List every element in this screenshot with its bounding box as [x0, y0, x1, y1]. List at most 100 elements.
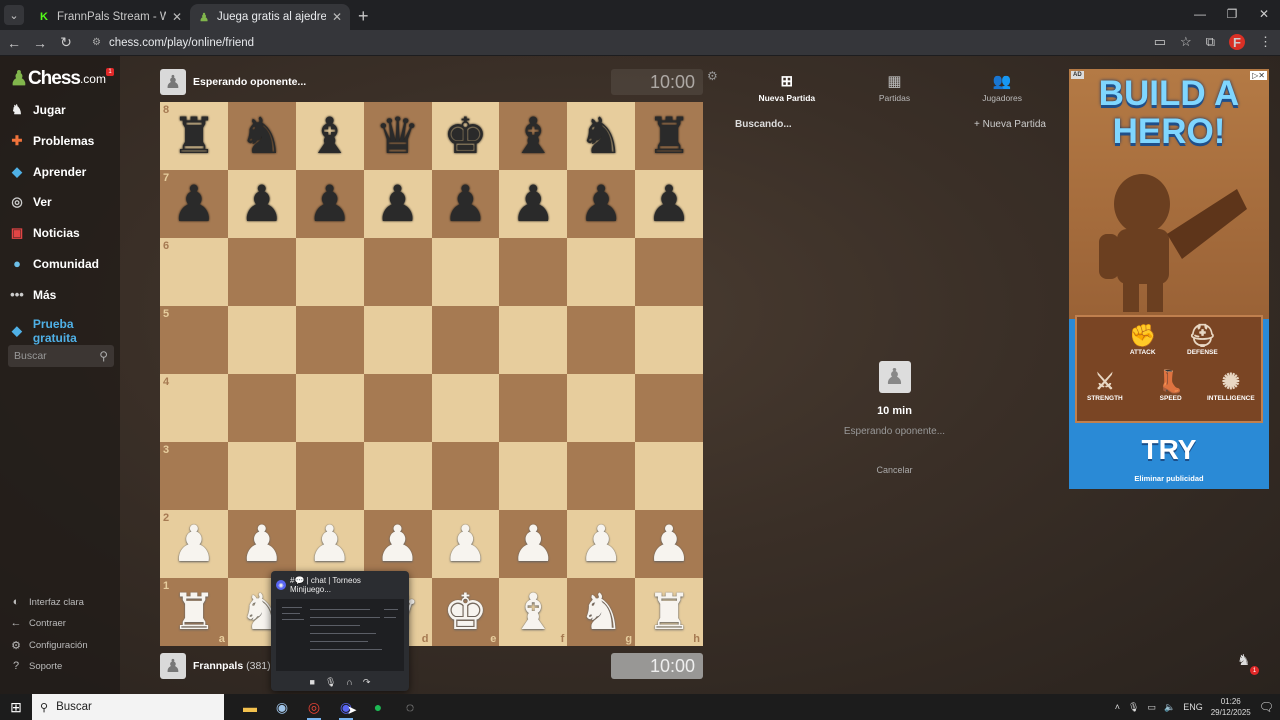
cancel-button[interactable]: Cancelar — [733, 465, 1056, 475]
discord-window-preview[interactable]: ◉ #💬 | chat | Torneos Minijuego... ■ 🎙 ∩… — [271, 571, 409, 691]
square-f7[interactable]: ♟ — [499, 170, 568, 238]
headphones-icon[interactable]: ∩ — [346, 677, 352, 688]
square-h5[interactable] — [635, 306, 703, 374]
square-b2[interactable]: ♟ — [227, 510, 296, 578]
black-pawn-piece[interactable]: ♟ — [239, 179, 284, 229]
white-rook-piece[interactable]: ♜ — [647, 587, 692, 637]
mic-icon[interactable]: 🎙 — [325, 677, 336, 688]
white-pawn-piece[interactable]: ♟ — [443, 519, 488, 569]
square-f2[interactable]: ♟ — [499, 510, 568, 578]
notifications-icon[interactable]: 🗨 — [1259, 700, 1274, 714]
square-b4[interactable] — [227, 374, 296, 442]
square-a6[interactable]: 6 — [160, 238, 228, 306]
black-pawn-piece[interactable]: ♟ — [511, 179, 556, 229]
minimize-icon[interactable]: — — [1184, 0, 1216, 28]
black-queen-piece[interactable]: ♛ — [375, 111, 420, 161]
tab-partidas[interactable]: ▦ Partidas — [844, 72, 944, 103]
square-e5[interactable] — [431, 306, 500, 374]
search-icon[interactable]: ⚲ — [99, 349, 108, 363]
square-e2[interactable]: ♟ — [431, 510, 500, 578]
network-icon[interactable]: ▭ — [1147, 702, 1156, 713]
chess-board[interactable]: 8♜♞♝♛♚♝♞♜7♟♟♟♟♟♟♟♟65432♟♟♟♟♟♟♟♟1a♜b♞c♝d♛… — [160, 102, 703, 646]
windows-start-icon[interactable]: ⊞ — [0, 699, 32, 716]
reload-icon[interactable]: ↻ — [54, 34, 78, 51]
square-b7[interactable]: ♟ — [227, 170, 296, 238]
friends-icon[interactable]: ♞ — [1237, 651, 1250, 669]
tab-jugadores[interactable]: 👥 Jugadores — [952, 72, 1052, 103]
square-d2[interactable]: ♟ — [363, 510, 432, 578]
spotify-icon[interactable]: ● — [362, 694, 394, 720]
system-clock[interactable]: 01:26 29/12/2025 — [1211, 696, 1251, 718]
site-info-icon[interactable]: ⚙ — [92, 37, 101, 48]
white-rook-piece[interactable]: ♜ — [172, 587, 217, 637]
tray-overflow-icon[interactable]: ˄ — [1115, 702, 1120, 712]
extensions-icon[interactable]: ⧉ — [1206, 34, 1215, 50]
white-pawn-piece[interactable]: ♟ — [647, 519, 692, 569]
tab-search-icon[interactable]: ⌄ — [4, 5, 24, 25]
browser-menu-icon[interactable]: ⋮ — [1259, 34, 1272, 50]
close-window-icon[interactable]: ✕ — [1248, 0, 1280, 28]
chrome-icon[interactable]: ◎ — [298, 694, 330, 720]
square-b5[interactable] — [227, 306, 296, 374]
black-pawn-piece[interactable]: ♟ — [647, 179, 692, 229]
remove-ads-link[interactable]: Eliminar publicidad — [1069, 474, 1269, 483]
white-pawn-piece[interactable]: ♟ — [239, 519, 284, 569]
microphone-icon[interactable]: 🎙 — [1128, 702, 1139, 713]
notification-badge[interactable]: 1 — [106, 68, 114, 76]
square-c7[interactable]: ♟ — [295, 170, 364, 238]
square-c5[interactable] — [295, 306, 364, 374]
square-g7[interactable]: ♟ — [567, 170, 636, 238]
square-g6[interactable] — [567, 238, 636, 306]
square-g4[interactable] — [567, 374, 636, 442]
ad-try-button[interactable]: TRY — [1069, 426, 1269, 474]
square-d6[interactable] — [363, 238, 432, 306]
steam-icon[interactable]: ◉ — [266, 694, 298, 720]
square-f3[interactable] — [499, 442, 568, 510]
sidebar-item-problemas[interactable]: ✚ Problemas — [8, 133, 95, 149]
language-indicator[interactable]: ENG — [1183, 702, 1203, 712]
discord-icon[interactable]: ◉ — [330, 694, 362, 720]
square-e8[interactable]: ♚ — [431, 102, 500, 170]
square-g2[interactable]: ♟ — [567, 510, 636, 578]
taskbar-search-input[interactable]: ⚲ Buscar — [32, 694, 224, 720]
back-icon[interactable]: ← — [2, 35, 26, 51]
footer-item-contraer[interactable]: ← Contraer — [9, 617, 66, 629]
square-b8[interactable]: ♞ — [227, 102, 296, 170]
tab-nueva-partida[interactable]: ⊞ Nueva Partida — [737, 72, 837, 103]
square-h1[interactable]: h ♜ — [635, 578, 703, 646]
restore-icon[interactable]: ❐ — [1216, 0, 1248, 28]
new-game-link[interactable]: + Nueva Partida — [974, 119, 1046, 130]
square-a4[interactable]: 4 — [160, 374, 228, 442]
square-h8[interactable]: ♜ — [635, 102, 703, 170]
opponent-avatar[interactable]: ♟ — [160, 69, 186, 95]
chesscom-logo[interactable]: ♟ Chess .com — [10, 66, 106, 91]
square-d7[interactable]: ♟ — [363, 170, 432, 238]
black-pawn-piece[interactable]: ♟ — [172, 179, 217, 229]
forward-icon[interactable]: → — [28, 35, 52, 51]
black-king-piece[interactable]: ♚ — [443, 111, 488, 161]
white-pawn-piece[interactable]: ♟ — [307, 519, 352, 569]
black-pawn-piece[interactable]: ♟ — [307, 179, 352, 229]
cast-icon[interactable]: ▭ — [1154, 34, 1166, 50]
square-e7[interactable]: ♟ — [431, 170, 500, 238]
square-e3[interactable] — [431, 442, 500, 510]
square-a1[interactable]: 1 a ♜ — [160, 578, 228, 646]
profile-avatar[interactable]: F — [1229, 34, 1245, 50]
square-a8[interactable]: 8 ♜ — [160, 102, 228, 170]
square-h7[interactable]: ♟ — [635, 170, 703, 238]
white-knight-piece[interactable]: ♞ — [579, 587, 624, 637]
black-bishop-piece[interactable]: ♝ — [307, 111, 352, 161]
square-d8[interactable]: ♛ — [363, 102, 432, 170]
square-f1[interactable]: f ♝ — [499, 578, 568, 646]
black-pawn-piece[interactable]: ♟ — [579, 179, 624, 229]
black-knight-piece[interactable]: ♞ — [239, 111, 284, 161]
disconnect-icon[interactable]: ↷ — [363, 677, 371, 688]
square-c3[interactable] — [295, 442, 364, 510]
square-d3[interactable] — [363, 442, 432, 510]
sidebar-item-aprender[interactable]: ◆ Aprender — [8, 164, 86, 180]
square-e1[interactable]: e ♚ — [431, 578, 500, 646]
square-a3[interactable]: 3 — [160, 442, 228, 510]
square-g3[interactable] — [567, 442, 636, 510]
bookmark-star-icon[interactable]: ☆ — [1180, 34, 1192, 50]
black-pawn-piece[interactable]: ♟ — [375, 179, 420, 229]
